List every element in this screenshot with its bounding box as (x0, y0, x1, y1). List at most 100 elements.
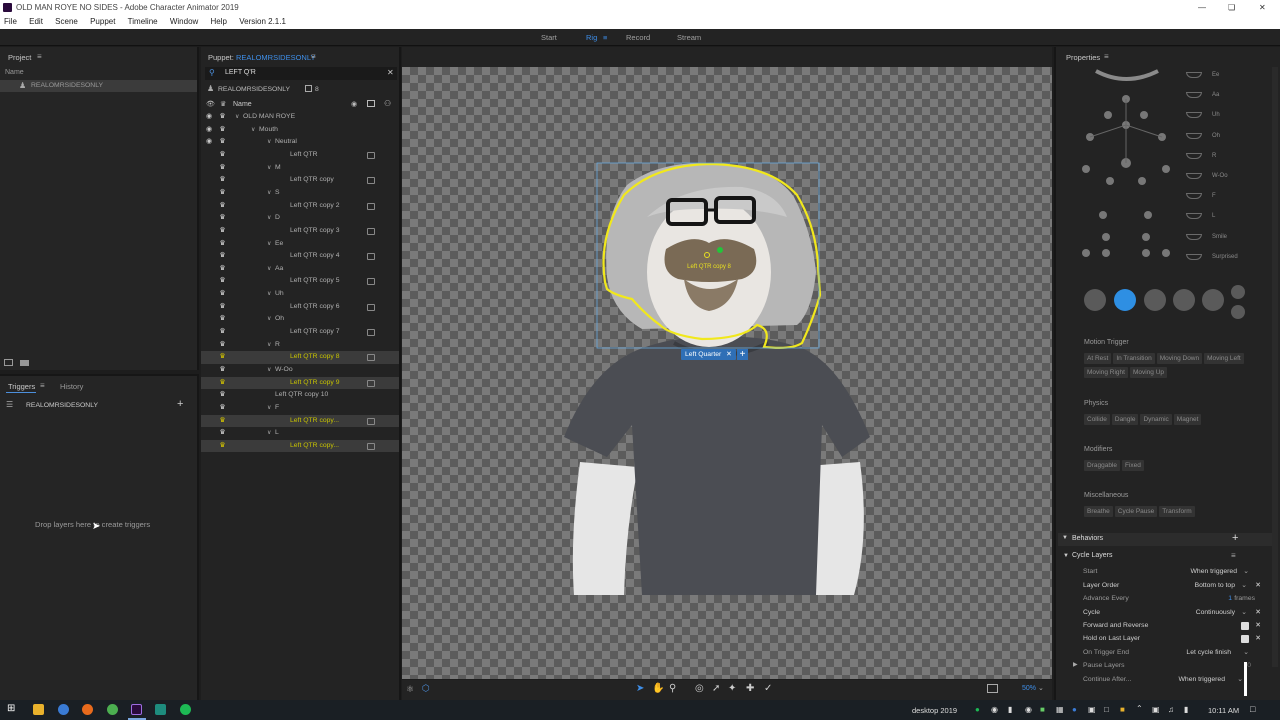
viseme-tag[interactable]: Ee (1186, 71, 1271, 83)
face-selected-icon[interactable] (1114, 289, 1136, 311)
face-blink-icon[interactable] (1144, 289, 1166, 311)
menu-file[interactable]: File (4, 17, 17, 26)
start-chevron-icon[interactable]: ⌄ (1243, 565, 1249, 578)
expand-chevron-icon[interactable]: ∨ (267, 212, 271, 225)
cycle-chevron-icon[interactable]: ⌄ (1241, 606, 1247, 619)
tray-app-icon[interactable]: ▦ (1056, 705, 1064, 714)
tag-moving-down[interactable]: Moving Down (1156, 353, 1203, 364)
layer-tag-icon[interactable] (367, 354, 375, 362)
rig-menu-icon[interactable]: ≡ (603, 29, 607, 46)
behaviors-header[interactable]: ▼ Behaviors + (1058, 532, 1272, 546)
viseme-tag[interactable]: F (1186, 192, 1271, 204)
restore-button[interactable]: ❏ (1228, 0, 1235, 15)
visibility-eye-icon[interactable]: ◉ (205, 124, 213, 137)
desktop-label[interactable]: desktop 2019 (912, 706, 957, 715)
layer-order-chevron-icon[interactable]: ⌄ (1241, 579, 1247, 592)
trigger-end-dropdown[interactable]: Let cycle finish (1186, 646, 1231, 659)
independent-crown-icon[interactable]: ♛ (218, 351, 227, 364)
hold-last-reset-icon[interactable]: ✕ (1255, 632, 1261, 645)
independent-crown-icon[interactable]: ♛ (218, 364, 227, 377)
tag-collide[interactable]: Collide (1084, 414, 1110, 425)
tray-spotify-icon[interactable]: ● (975, 705, 980, 714)
expand-chevron-icon[interactable]: ∨ (267, 162, 271, 175)
tag-moving-right[interactable]: Moving Right (1084, 367, 1128, 378)
pause-layers-chevron-icon[interactable]: ▶ (1073, 659, 1078, 672)
visibility-eye-icon[interactable]: ◉ (205, 111, 213, 124)
independent-crown-icon[interactable]: ♛ (218, 377, 227, 390)
chrome-icon[interactable] (107, 704, 118, 715)
layer-row[interactable]: ♛ ∨ M (201, 162, 399, 175)
continue-after-chevron-icon[interactable]: ⌄ (1237, 673, 1243, 686)
menu-help[interactable]: Help (211, 17, 227, 26)
tray-chat-icon[interactable]: □ (1104, 705, 1109, 714)
handle-tool-icon[interactable]: ✚ (746, 683, 754, 694)
close-window-button[interactable]: ✕ (1259, 0, 1266, 15)
independent-crown-icon[interactable]: ♛ (218, 149, 227, 162)
properties-scrollbar[interactable] (1272, 67, 1278, 667)
independent-crown-icon[interactable]: ♛ (218, 427, 227, 440)
face-small-icon[interactable] (1231, 285, 1245, 299)
viseme-tag[interactable]: Smile (1186, 233, 1271, 245)
expand-chevron-icon[interactable]: ∨ (267, 187, 271, 200)
cycle-reset-icon[interactable]: ✕ (1255, 606, 1261, 619)
layer-tag-icon[interactable] (367, 303, 375, 311)
new-scene-icon[interactable] (4, 359, 13, 366)
layer-row[interactable]: ♛ Left QTR copy... (201, 439, 399, 453)
layer-row[interactable]: ◉ ♛ ∨ OLD MAN ROYE (201, 111, 399, 124)
independent-crown-icon[interactable]: ♛ (218, 238, 227, 251)
expand-chevron-icon[interactable]: ∨ (267, 427, 271, 440)
menu-scene[interactable]: Scene (55, 17, 78, 26)
layer-tag-icon[interactable] (367, 329, 375, 337)
expand-chevron-icon[interactable]: ∨ (267, 313, 271, 326)
independent-crown-icon[interactable]: ♛ (218, 415, 227, 428)
project-item[interactable]: ♟ REALOMRSIDESONLY (0, 80, 197, 92)
search-input[interactable]: LEFT Q'R (225, 69, 256, 76)
triggers-menu-icon[interactable]: ≡ (40, 381, 45, 390)
layer-row[interactable]: ♛ ∨ F (201, 402, 399, 415)
file-explorer-icon[interactable] (33, 704, 44, 715)
layer-tag-icon[interactable] (367, 177, 375, 185)
viseme-tag[interactable]: Uh (1186, 111, 1271, 123)
firefox-icon[interactable] (82, 704, 93, 715)
origin-handle[interactable] (717, 247, 723, 253)
layer-row[interactable]: ♛ Left QTR copy 2 (201, 200, 399, 213)
handle-tag[interactable]: Left Quarter ✕ (681, 349, 736, 360)
independent-crown-icon[interactable]: ♛ (218, 136, 227, 149)
viseme-tag[interactable]: Surprised (1186, 253, 1271, 265)
folder-icon[interactable] (20, 360, 29, 366)
independent-crown-icon[interactable]: ♛ (218, 174, 227, 187)
fit-view-icon[interactable] (987, 684, 998, 693)
select-tool-icon[interactable]: ➤ (636, 683, 644, 694)
independent-crown-icon[interactable]: ♛ (218, 326, 227, 339)
hold-last-checkbox[interactable] (1241, 635, 1249, 643)
independent-crown-icon[interactable]: ♛ (218, 225, 227, 238)
layer-row[interactable]: ♛ Left QTR copy 4 (201, 250, 399, 263)
origin-tool-icon[interactable]: ◎ (695, 683, 704, 694)
expand-chevron-icon[interactable]: ∨ (267, 339, 271, 352)
cycle-layers-menu-icon[interactable]: ≡ (1231, 551, 1236, 560)
layer-row[interactable]: ♛ ∨ Oh (201, 313, 399, 326)
layer-row[interactable]: ♛ ∨ D (201, 212, 399, 225)
layer-tag-icon[interactable] (367, 442, 375, 450)
layer-tag-icon[interactable] (367, 253, 375, 261)
cycle-dropdown[interactable]: Continuously (1196, 606, 1235, 619)
mode-start[interactable]: Start (541, 29, 557, 46)
add-tag-button[interactable]: + (737, 349, 748, 360)
behaviors-chevron-icon[interactable]: ▼ (1062, 535, 1068, 541)
face-neutral-icon[interactable] (1084, 289, 1106, 311)
visibility-eye-icon[interactable]: ◉ (205, 136, 213, 149)
mode-rig[interactable]: Rig (586, 29, 597, 46)
tag-moving-up[interactable]: Moving Up (1129, 367, 1168, 378)
independent-crown-icon[interactable]: ♛ (218, 200, 227, 213)
independent-crown-icon[interactable]: ♛ (218, 111, 227, 124)
tag-magnet[interactable]: Magnet (1173, 414, 1202, 425)
mesh-icon[interactable]: ⬡ (422, 683, 430, 694)
layer-row[interactable]: ♛ ∨ Uh (201, 288, 399, 301)
tray-battery-icon[interactable]: ▮ (1184, 705, 1188, 714)
layer-search[interactable]: ⚲ LEFT Q'R ✕ (205, 67, 397, 80)
viseme-tag[interactable]: R (1186, 152, 1271, 164)
menu-puppet[interactable]: Puppet (90, 17, 115, 26)
layer-row[interactable]: ♛ Left QTR copy (201, 174, 399, 187)
layer-tag-icon[interactable] (367, 417, 375, 425)
independent-crown-icon[interactable]: ♛ (218, 402, 227, 415)
